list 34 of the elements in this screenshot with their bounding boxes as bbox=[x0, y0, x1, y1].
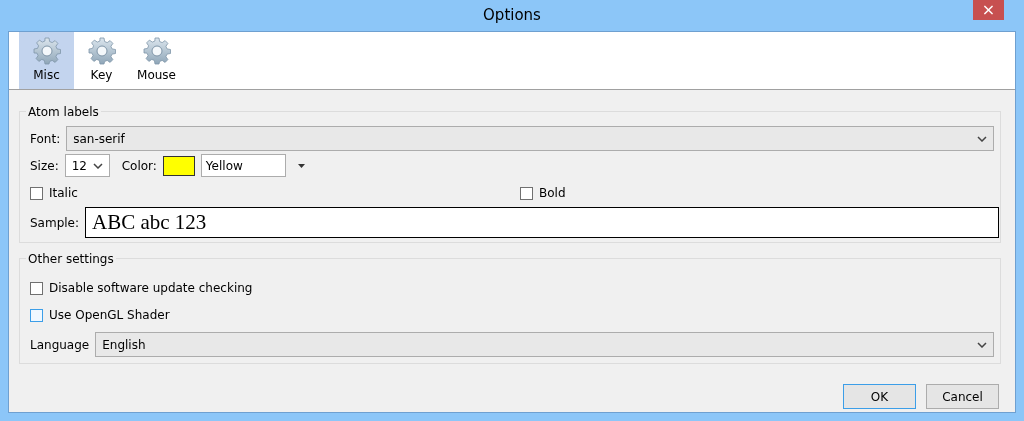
checkbox[interactable] bbox=[30, 281, 43, 295]
checkbox[interactable] bbox=[520, 186, 533, 200]
gear-icon bbox=[86, 36, 117, 66]
checkbox[interactable] bbox=[30, 186, 43, 200]
checkbox-label: Disable software update checking bbox=[49, 280, 253, 297]
dropdown[interactable]: san-serif bbox=[66, 126, 994, 151]
toolbar-tab[interactable]: Mouse bbox=[129, 32, 184, 89]
dropdown[interactable]: 12 bbox=[64, 154, 110, 177]
field-label: Sample: bbox=[30, 214, 80, 232]
gear-icon bbox=[141, 36, 172, 66]
toolbar-tab[interactable]: Key bbox=[74, 32, 129, 89]
close-button[interactable]: × bbox=[973, 0, 1004, 20]
field-label: Color: bbox=[121, 157, 157, 175]
toolbar-tab[interactable]: Misc bbox=[19, 32, 74, 89]
window-title: Options bbox=[483, 5, 541, 27]
chevron-icon bbox=[977, 135, 987, 142]
field-label: Size: bbox=[30, 157, 59, 175]
checkbox[interactable] bbox=[30, 308, 43, 322]
checkbox-label: Use OpenGL Shader bbox=[49, 307, 170, 324]
dropdown-arrow-icon[interactable] bbox=[297, 163, 305, 168]
dropdown[interactable]: English bbox=[95, 332, 994, 357]
field-label: Language bbox=[30, 336, 90, 354]
sample-text-field[interactable]: ABC abc 123 bbox=[85, 207, 999, 238]
chevron-icon bbox=[977, 341, 987, 348]
checkbox-label: Bold bbox=[539, 185, 566, 202]
gear-icon bbox=[31, 36, 62, 66]
chevron-icon bbox=[92, 162, 103, 169]
dialog-button[interactable]: OK bbox=[843, 384, 916, 409]
color-swatch[interactable] bbox=[162, 155, 195, 176]
dialog-button[interactable]: Cancel bbox=[926, 384, 999, 409]
checkbox-label: Italic bbox=[49, 185, 78, 202]
group-title: Other settings bbox=[26, 250, 116, 268]
color-name-field[interactable]: Yellow bbox=[200, 154, 286, 177]
field-label: Font: bbox=[30, 130, 61, 148]
